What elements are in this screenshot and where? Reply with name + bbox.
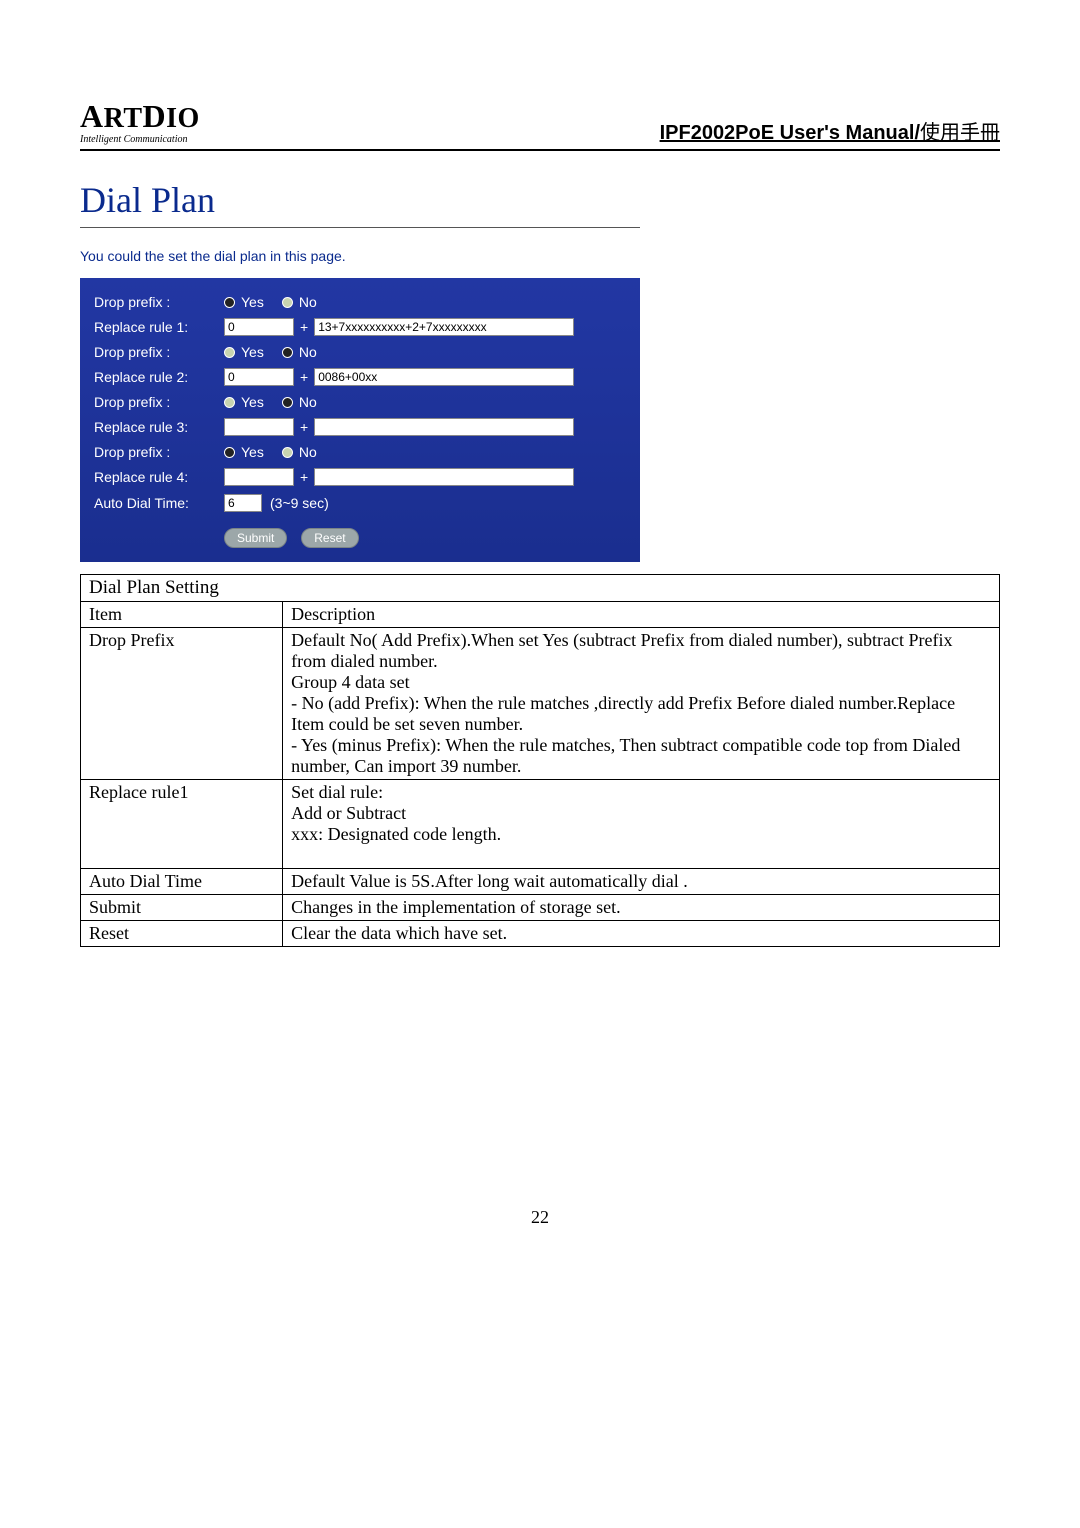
auto-dial-label: Auto Dial Time: (94, 495, 224, 511)
drop-prefix-1-yes[interactable]: Yes (224, 294, 264, 310)
drop-prefix-4-no[interactable]: No (282, 444, 317, 460)
plus-icon: + (300, 419, 308, 435)
replace-rule-4-input[interactable] (314, 468, 574, 486)
replace-rule-4-row: Replace rule 4: + (94, 468, 626, 486)
drop-prefix-label-4: Drop prefix : (94, 444, 224, 460)
logo: ARTDIO Intelligent Communication (80, 100, 200, 145)
radio-icon (282, 297, 293, 308)
replace-rule-2-row: Replace rule 2: + (94, 368, 626, 386)
manual-title: IPF2002PoE User's Manual/使用手冊 (660, 116, 1000, 145)
desc-cell: Default Value is 5S.After long wait auto… (283, 869, 1000, 895)
plus-icon: + (300, 319, 308, 335)
drop-prefix-label-2: Drop prefix : (94, 344, 224, 360)
page-number: 22 (80, 1207, 1000, 1228)
page-header: ARTDIO Intelligent Communication IPF2002… (80, 100, 1000, 151)
replace-rule-1-input[interactable] (314, 318, 574, 336)
drop-prefix-label-1: Drop prefix : (94, 294, 224, 310)
table-row: Drop Prefix Default No( Add Prefix).When… (81, 628, 1000, 780)
reset-button[interactable]: Reset (301, 528, 358, 548)
replace-rule-4-label: Replace rule 4: (94, 469, 224, 485)
yes-label: Yes (241, 344, 264, 360)
drop-prefix-label-3: Drop prefix : (94, 394, 224, 410)
manual-title-text: IPF2002PoE User's Manual/ (660, 122, 920, 144)
desc-cell: Default No( Add Prefix).When set Yes (su… (283, 628, 1000, 780)
yes-label: Yes (241, 444, 264, 460)
auto-dial-hint: (3~9 sec) (270, 495, 329, 511)
plus-icon: + (300, 469, 308, 485)
replace-rule-2-input[interactable] (314, 368, 574, 386)
replace-rule-4-prefix-input[interactable] (224, 468, 294, 486)
radio-icon (282, 447, 293, 458)
replace-rule-3-prefix-input[interactable] (224, 418, 294, 436)
replace-rule-1-label: Replace rule 1: (94, 319, 224, 335)
plus-icon: + (300, 369, 308, 385)
replace-rule-3-row: Replace rule 3: + (94, 418, 626, 436)
radio-icon (282, 397, 293, 408)
radio-icon (224, 447, 235, 458)
radio-icon (224, 347, 235, 358)
table-header-desc: Description (283, 602, 1000, 628)
replace-rule-3-input[interactable] (314, 418, 574, 436)
radio-icon (224, 297, 235, 308)
item-cell: Replace rule1 (81, 780, 283, 869)
submit-button[interactable]: Submit (224, 528, 287, 548)
auto-dial-row: Auto Dial Time: (3~9 sec) (94, 494, 626, 512)
drop-prefix-row-2: Drop prefix : Yes No (94, 344, 626, 360)
desc-cell: Clear the data which have set. (283, 921, 1000, 947)
replace-rule-3-label: Replace rule 3: (94, 419, 224, 435)
no-label: No (299, 294, 317, 310)
logo-tagline: Intelligent Communication (80, 135, 200, 145)
desc-cell: Changes in the implementation of storage… (283, 895, 1000, 921)
replace-rule-2-label: Replace rule 2: (94, 369, 224, 385)
dial-plan-setting-table: Dial Plan Setting Item Description Drop … (80, 574, 1000, 947)
replace-rule-1-row: Replace rule 1: + (94, 318, 626, 336)
drop-prefix-3-yes[interactable]: Yes (224, 394, 264, 410)
button-row: Submit Reset (94, 528, 626, 548)
radio-icon (282, 347, 293, 358)
replace-rule-2-prefix-input[interactable] (224, 368, 294, 386)
drop-prefix-3-no[interactable]: No (282, 394, 317, 410)
drop-prefix-row-1: Drop prefix : Yes No (94, 294, 626, 310)
replace-rule-1-prefix-input[interactable] (224, 318, 294, 336)
table-row: Submit Changes in the implementation of … (81, 895, 1000, 921)
dial-plan-heading: Dial Plan (80, 179, 640, 228)
manual-title-cjk: 使用手冊 (920, 122, 1000, 144)
yes-label: Yes (241, 394, 264, 410)
item-cell: Auto Dial Time (81, 869, 283, 895)
page: ARTDIO Intelligent Communication IPF2002… (0, 0, 1080, 1288)
table-header-item: Item (81, 602, 283, 628)
item-cell: Drop Prefix (81, 628, 283, 780)
item-cell: Reset (81, 921, 283, 947)
logo-text: ARTDIO (80, 100, 200, 133)
dial-plan-subheading: You could the set the dial plan in this … (80, 248, 1000, 264)
no-label: No (299, 444, 317, 460)
radio-icon (224, 397, 235, 408)
table-row: Auto Dial Time Default Value is 5S.After… (81, 869, 1000, 895)
table-title: Dial Plan Setting (81, 575, 1000, 602)
drop-prefix-row-3: Drop prefix : Yes No (94, 394, 626, 410)
drop-prefix-1-no[interactable]: No (282, 294, 317, 310)
yes-label: Yes (241, 294, 264, 310)
no-label: No (299, 344, 317, 360)
drop-prefix-row-4: Drop prefix : Yes No (94, 444, 626, 460)
drop-prefix-2-no[interactable]: No (282, 344, 317, 360)
drop-prefix-4-yes[interactable]: Yes (224, 444, 264, 460)
auto-dial-input[interactable] (224, 494, 262, 512)
dial-plan-form: Drop prefix : Yes No Replace rule 1: + D… (80, 278, 640, 562)
desc-cell: Set dial rule: Add or Subtract xxx: Desi… (283, 780, 1000, 869)
table-row: Replace rule1 Set dial rule: Add or Subt… (81, 780, 1000, 869)
no-label: No (299, 394, 317, 410)
drop-prefix-2-yes[interactable]: Yes (224, 344, 264, 360)
item-cell: Submit (81, 895, 283, 921)
table-row: Reset Clear the data which have set. (81, 921, 1000, 947)
